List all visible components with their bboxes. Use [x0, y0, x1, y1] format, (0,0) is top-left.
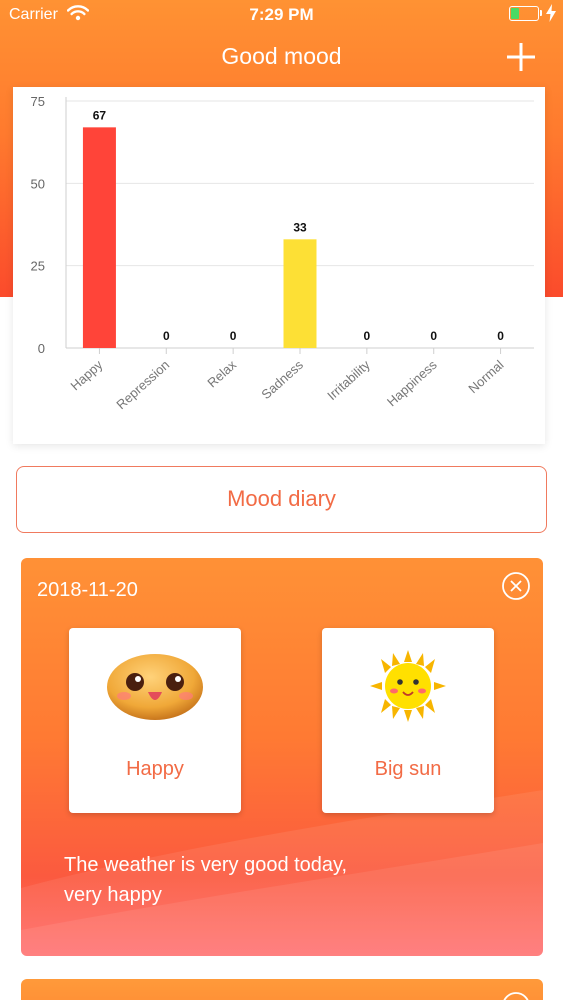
- data-label: 0: [364, 329, 371, 343]
- data-label: 0: [430, 329, 437, 343]
- sun-icon: [370, 650, 446, 722]
- entry-note-line-1: The weather is very good today,: [64, 854, 348, 876]
- battery-icon: [509, 6, 539, 21]
- entry-date: 2018-11-20: [37, 579, 138, 601]
- weather-tile[interactable]: Big sun: [322, 628, 494, 813]
- entry-note-line-2: very happy: [64, 884, 162, 906]
- data-label: 0: [163, 329, 170, 343]
- entry-note: The weather is very good today, very hap…: [64, 850, 444, 910]
- x-tick-label: Relax: [204, 357, 239, 391]
- y-tick-label: 50: [31, 176, 45, 191]
- x-tick-label: Happiness: [384, 357, 440, 410]
- x-tick-label: Normal: [465, 357, 506, 396]
- data-label: 67: [93, 108, 107, 122]
- plus-icon[interactable]: [502, 38, 540, 76]
- y-tick-label: 25: [31, 259, 45, 274]
- mood-tile[interactable]: Happy: [69, 628, 241, 813]
- battery-level: [511, 8, 519, 19]
- battery-tip: [540, 10, 542, 16]
- x-tick-label: Sadness: [258, 357, 306, 402]
- x-tick-label: Repression: [113, 357, 172, 412]
- close-circle-icon[interactable]: [501, 991, 531, 1000]
- charging-bolt-icon: [546, 4, 556, 22]
- y-tick-label: 0: [38, 341, 45, 356]
- happy-face-icon: [107, 654, 203, 720]
- status-bar: Carrier 7:29 PM: [0, 0, 563, 30]
- x-tick-label: Happy: [67, 357, 105, 394]
- x-tick-label: Irritability: [324, 357, 373, 403]
- weather-label: Big sun: [374, 758, 442, 780]
- mood-chart-card: 0 25 50 75 67 Happy 0 Repression 0 Relax 33 Sadness…: [13, 87, 545, 444]
- mood-label: Happy: [126, 758, 184, 780]
- mood-bar-chart: 0 25 50 75 67 Happy 0 Repression 0 Relax 33 Sadness…: [31, 94, 534, 412]
- y-tick-label: 75: [31, 94, 45, 109]
- close-circle-icon[interactable]: [501, 571, 531, 601]
- bar-sadness: [283, 239, 317, 348]
- next-entry-card: [21, 979, 543, 1000]
- diary-entry-card: 2018-11-20 Happy Big sun The weather is …: [21, 558, 543, 956]
- data-label: 0: [497, 329, 504, 343]
- status-time: 7:29 PM: [249, 5, 314, 24]
- mood-diary-button[interactable]: Mood diary: [16, 466, 547, 533]
- data-label: 33: [293, 220, 307, 234]
- bar-happy: [82, 127, 116, 348]
- data-label: 0: [230, 329, 237, 343]
- page-title: Good mood: [221, 43, 342, 69]
- mood-screen: Carrier 7:29 PM Good mood 0 25 50 75 67 Happy…: [0, 0, 563, 1000]
